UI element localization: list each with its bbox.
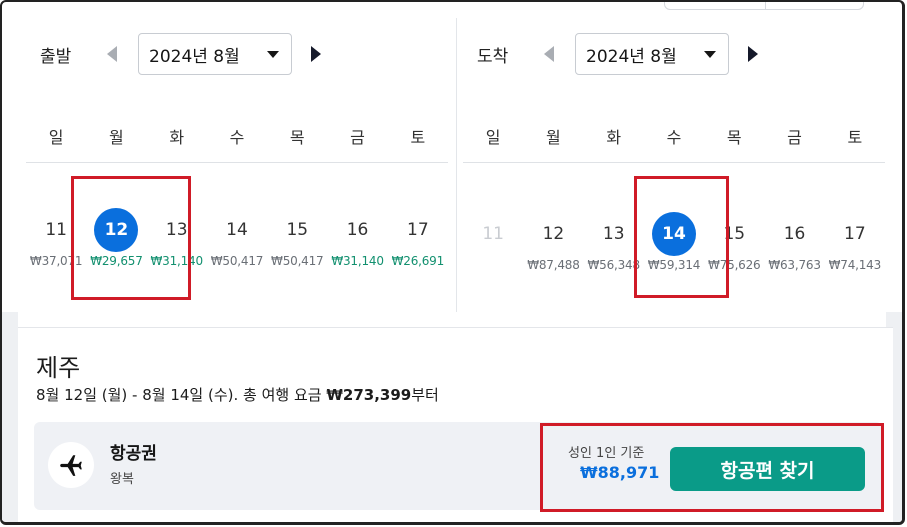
next-month-arrow-icon[interactable] xyxy=(743,44,763,64)
weekday-label: 금 xyxy=(787,128,802,147)
flight-card-subtitle: 왕복 xyxy=(110,472,134,487)
departure-header: 출발 2024년 8월 xyxy=(26,32,326,76)
weekday-label: 월 xyxy=(109,128,124,147)
day-price: ₩87,488 xyxy=(527,258,580,272)
weekday-label: 일 xyxy=(48,128,64,147)
weekday-label: 목 xyxy=(726,128,742,147)
prev-month-arrow-icon[interactable] xyxy=(102,44,122,64)
day-price: ₩26,691 xyxy=(391,254,445,268)
trip-dates: 8월 12일 (월) - 8월 14일 (수). 총 여행 요금 xyxy=(36,386,327,404)
highlight-box-departure xyxy=(71,176,191,300)
total-price: ₩273,399 xyxy=(326,386,412,404)
weekday-row: 일 월 화 수 목 금 토 xyxy=(26,124,448,148)
day-number: 16 xyxy=(783,224,806,244)
airplane-icon xyxy=(48,442,94,488)
trip-summary-suffix: 부터 xyxy=(411,386,439,404)
weekday-label: 화 xyxy=(606,128,622,147)
divider xyxy=(463,162,885,163)
chevron-down-icon xyxy=(267,50,279,58)
day-number: 17 xyxy=(844,224,866,244)
day-cell[interactable]: 17 ₩26,691 xyxy=(388,208,448,268)
day-price: ₩50,417 xyxy=(210,254,264,268)
day-number: 14 xyxy=(226,220,248,240)
day-price: ₩50,417 xyxy=(271,254,324,268)
divider xyxy=(26,162,448,163)
departure-title: 출발 xyxy=(40,46,72,67)
day-price: ₩56,348 xyxy=(587,258,640,272)
weekday-label: 일 xyxy=(485,128,501,147)
weekday-label: 목 xyxy=(289,128,305,147)
departure-month-select[interactable]: 2024년 8월 xyxy=(138,33,292,75)
arrival-month-select[interactable]: 2024년 8월 xyxy=(575,33,729,75)
day-cell[interactable]: 16 ₩63,763 xyxy=(764,212,824,272)
weekday-label: 금 xyxy=(350,128,365,147)
weekday-label: 월 xyxy=(546,128,561,147)
day-price: ₩31,140 xyxy=(331,254,384,268)
day-cell[interactable]: 14 ₩50,417 xyxy=(207,208,267,268)
highlight-box-price xyxy=(540,423,884,512)
highlight-box-arrival xyxy=(634,176,729,298)
day-price: ₩63,763 xyxy=(768,258,821,272)
arrival-title: 도착 xyxy=(477,46,509,67)
day-cell[interactable]: 17 ₩74,143 xyxy=(825,212,885,272)
day-number: 11 xyxy=(482,224,504,244)
calendar-divider xyxy=(456,18,457,312)
day-cell-disabled: 11 xyxy=(463,212,523,272)
day-number: 17 xyxy=(407,220,429,240)
day-number: 13 xyxy=(602,224,625,244)
arrival-month-value: 2024년 8월 xyxy=(586,46,677,67)
flight-card-title: 항공권 xyxy=(110,444,157,464)
chevron-down-icon xyxy=(704,50,716,58)
arrival-header: 도착 2024년 8월 xyxy=(463,32,763,76)
side-shade xyxy=(2,312,18,522)
day-cell[interactable]: 15 ₩50,417 xyxy=(267,208,327,268)
weekday-row: 일 월 화 수 목 금 토 xyxy=(463,124,885,148)
weekday-label: 수 xyxy=(229,128,245,147)
next-month-arrow-icon[interactable] xyxy=(306,44,326,64)
weekday-label: 화 xyxy=(169,128,185,147)
day-price: ₩74,143 xyxy=(828,258,882,272)
prev-month-arrow-icon[interactable] xyxy=(539,44,559,64)
day-number: 16 xyxy=(346,220,369,240)
fare-calendar-panel: 출발 2024년 8월 일 월 화 수 목 금 토 11 ₩37,071 12 xyxy=(0,0,905,525)
day-cell[interactable]: 12 ₩87,488 xyxy=(523,212,583,272)
destination-title: 제주 xyxy=(36,354,81,382)
weekday-label: 토 xyxy=(410,128,426,147)
day-cell[interactable]: 16 ₩31,140 xyxy=(327,208,387,268)
departure-month-value: 2024년 8월 xyxy=(149,46,240,67)
trip-summary: 8월 12일 (월) - 8월 14일 (수). 총 여행 요금 ₩273,39… xyxy=(36,384,439,405)
weekday-label: 토 xyxy=(847,128,863,147)
weekday-label: 수 xyxy=(666,128,682,147)
day-number: 12 xyxy=(542,224,565,244)
day-number: 15 xyxy=(286,220,309,240)
